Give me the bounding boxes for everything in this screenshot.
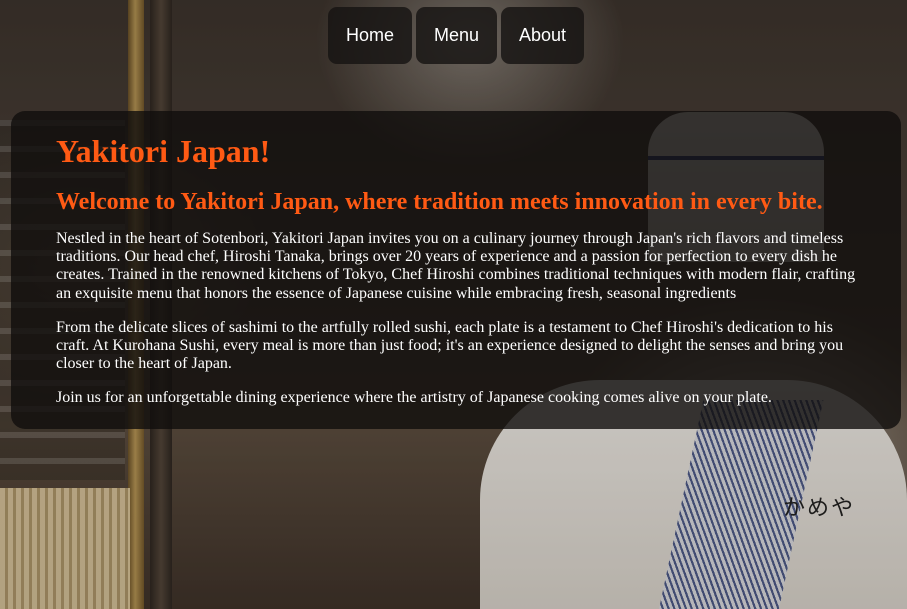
- intro-card: Yakitori Japan! Welcome to Yakitori Japa…: [11, 111, 901, 429]
- nav-about-button[interactable]: About: [501, 7, 584, 64]
- page-subtitle: Welcome to Yakitori Japan, where traditi…: [56, 189, 823, 215]
- nav-menu-button[interactable]: Menu: [416, 7, 497, 64]
- intro-paragraph: Nestled in the heart of Sotenbori, Yakit…: [56, 230, 856, 302]
- nav-home-button[interactable]: Home: [328, 7, 412, 64]
- page-title: Yakitori Japan!: [56, 133, 271, 169]
- invitation-paragraph: Join us for an unforgettable dining expe…: [56, 389, 772, 407]
- dishes-paragraph: From the delicate slices of sashimi to t…: [56, 318, 844, 373]
- top-nav: Home Menu About: [328, 7, 584, 64]
